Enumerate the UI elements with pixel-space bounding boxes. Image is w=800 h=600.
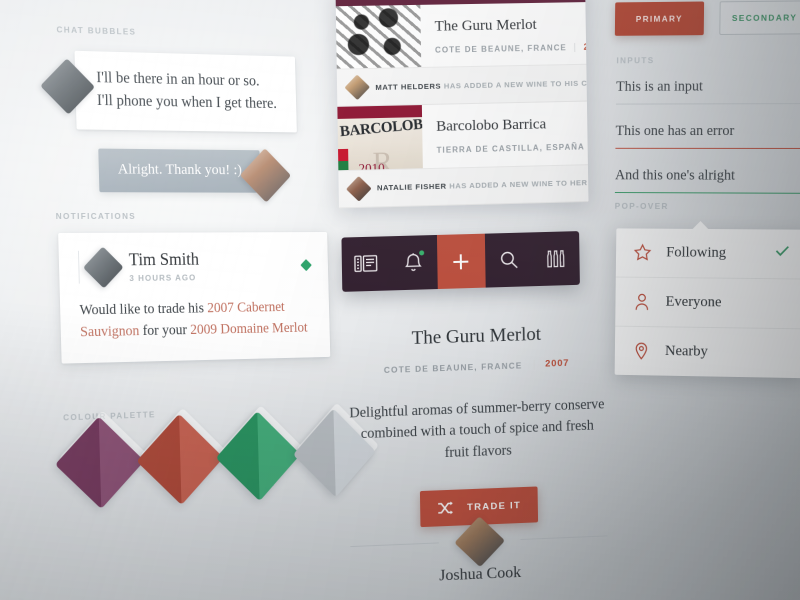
detail-region: COTE DE BEAUNE, FRANCE	[383, 359, 535, 375]
detail-meta: COTE DE BEAUNE, FRANCE 2007	[383, 357, 570, 375]
detail-author: Joshua Cook	[350, 516, 608, 590]
popover-menu: Following Everyone Nearby	[614, 228, 800, 379]
design-kit-canvas: CHAT BUBBLES I'll be there in an hour or…	[0, 0, 800, 600]
input-underline	[614, 192, 800, 194]
section-label-notifications: NOTIFICATIONS	[55, 211, 137, 221]
notification-body-pre: Would like to trade his	[79, 300, 208, 319]
toolbar-button-cave[interactable]	[531, 231, 580, 287]
status-diamond-icon	[300, 259, 312, 272]
wine-detail-panel: The Guru Merlot COTE DE BEAUNE, FRANCE 2…	[347, 322, 607, 530]
section-label-chat-bubbles: CHAT BUBBLES	[56, 24, 137, 37]
section-label-popover: POP-OVER	[614, 200, 669, 211]
activity-action: HAS ADDED A NEW WINE TO HER CAVE	[449, 178, 588, 191]
wine-label-thumbnail: BARCOLOBO R 2010	[337, 105, 423, 170]
wine-label-text: BARCOLOBO	[339, 115, 423, 141]
toolbar-button-notifications[interactable]	[389, 234, 438, 291]
wine-name: The Guru Merlot	[434, 16, 537, 35]
input-underline	[615, 147, 800, 149]
popover-item-label: Everyone	[665, 293, 722, 311]
chat-bubble-outgoing: Alright. Thank you! :)	[98, 148, 261, 193]
left-column: CHAT BUBBLES I'll be there in an hour or…	[38, 8, 379, 568]
notification-wine-2: 2009 Domaine Merlot	[190, 320, 308, 339]
palette-swatch[interactable]	[55, 410, 148, 509]
wine-name: Barcolobo Barrica	[436, 116, 547, 136]
input-value: And this one's alright	[614, 167, 736, 184]
right-column: PRIMARY SECONDARY INPUTS This is an inpu…	[602, 0, 800, 600]
activity-text: NATALIE FISHER HAS ADDED A NEW WINE TO H…	[377, 178, 589, 193]
popover-item-label: Following	[666, 244, 727, 261]
colour-palette-swatches	[55, 402, 379, 509]
notification-user-name: Tim Smith	[128, 249, 200, 270]
avatar-activity	[344, 74, 371, 101]
activity-user: NATALIE FISHER	[376, 181, 447, 193]
input-field-default[interactable]: This is an input	[615, 78, 800, 105]
chat-bubble-incoming: I'll be there in an hour or so. I'll pho…	[74, 50, 298, 133]
popover-item-everyone[interactable]: Everyone	[615, 277, 800, 330]
input-field-valid[interactable]: And this one's alright	[614, 167, 800, 194]
avatar-activity	[346, 175, 372, 202]
activity-row: NATALIE FISHER HAS ADDED A NEW WINE TO H…	[338, 164, 589, 208]
button-samples: PRIMARY SECONDARY	[614, 0, 800, 36]
center-column: The Guru Merlot COTE DE BEAUNE, FRANCE 2…	[335, 0, 614, 600]
trade-it-label: TRADE IT	[467, 499, 522, 513]
wine-label-thumbnail	[335, 4, 422, 69]
star-icon	[633, 243, 652, 262]
toolbar-button-add[interactable]	[437, 233, 486, 290]
popover-item-following[interactable]: Following	[615, 228, 800, 280]
wine-list-item[interactable]: The Guru Merlot COTE DE BEAUNE, FRANCE 2…	[335, 2, 589, 70]
palette-swatch[interactable]	[215, 405, 304, 502]
primary-button-label: PRIMARY	[635, 13, 683, 24]
chat-text-outgoing: Alright. Thank you! :)	[117, 161, 243, 179]
detail-description: Delightful aromas of summer-berry conser…	[349, 395, 605, 461]
activity-text: MATT HELDERS HAS ADDED A NEW WINE TO HIS…	[375, 78, 588, 92]
chat-text-line-2: I'll phone you when I get there.	[96, 91, 277, 112]
input-field-error[interactable]: This one has an error	[615, 123, 800, 149]
secondary-button-label: SECONDARY	[731, 12, 798, 24]
wine-region: TIERRA DE CASTILLA, ESPAÑA	[436, 142, 589, 155]
wine-label-year: 2010	[358, 160, 385, 170]
toolbar-button-feed[interactable]	[341, 236, 391, 292]
popover-item-label: Nearby	[664, 343, 708, 360]
notification-card[interactable]: Tim Smith 3 HOURS AGO Would like to trad…	[58, 232, 331, 364]
chat-text-line-1: I'll be there in an hour or so.	[96, 69, 260, 90]
section-label-inputs: INPUTS	[616, 55, 655, 66]
input-value: This is an input	[616, 78, 704, 95]
toolbar-button-search[interactable]	[484, 232, 533, 288]
popover-item-nearby[interactable]: Nearby	[615, 327, 800, 379]
chat-message-outgoing: Alright. Thank you! :)	[98, 148, 292, 203]
secondary-button[interactable]: SECONDARY	[719, 0, 800, 36]
wine-list-item[interactable]: BARCOLOBO R 2010 Barcolobo Barrica TIERR…	[337, 101, 589, 171]
notification-badge-icon	[419, 250, 425, 256]
palette-swatch[interactable]	[136, 407, 227, 505]
wine-region: COTE DE BEAUNE, FRANCE	[434, 42, 576, 55]
notification-body: Would like to trade his 2007 Cabernet Sa…	[79, 296, 312, 343]
check-icon	[775, 245, 789, 256]
input-value: This one has an error	[615, 123, 735, 139]
shuffle-icon	[437, 501, 453, 515]
notification-timestamp: 3 HOURS AGO	[129, 272, 197, 284]
input-underline	[615, 103, 800, 105]
notification-header: Tim Smith 3 HOURS AGO	[77, 246, 312, 289]
detail-year: 2007	[545, 357, 570, 370]
wine-year: 2007	[583, 41, 589, 53]
bottom-toolbar	[341, 231, 580, 292]
pin-icon	[632, 342, 651, 361]
notification-body-mid: for your	[139, 322, 191, 340]
detail-wine-title: The Guru Merlot	[411, 323, 542, 349]
avatar-notification	[83, 246, 124, 289]
primary-button[interactable]: PRIMARY	[614, 1, 705, 36]
avatar-author	[454, 516, 506, 568]
activity-action: HAS ADDED A NEW WINE TO HIS CAVE	[441, 78, 589, 91]
activity-user: MATT HELDERS	[375, 81, 442, 92]
wine-feed-card: The Guru Merlot COTE DE BEAUNE, FRANCE 2…	[335, 0, 589, 208]
chat-message-incoming: I'll be there in an hour or so. I'll pho…	[40, 50, 298, 133]
user-icon	[633, 292, 652, 311]
activity-row: MATT HELDERS HAS ADDED A NEW WINE TO HIS…	[336, 65, 588, 108]
